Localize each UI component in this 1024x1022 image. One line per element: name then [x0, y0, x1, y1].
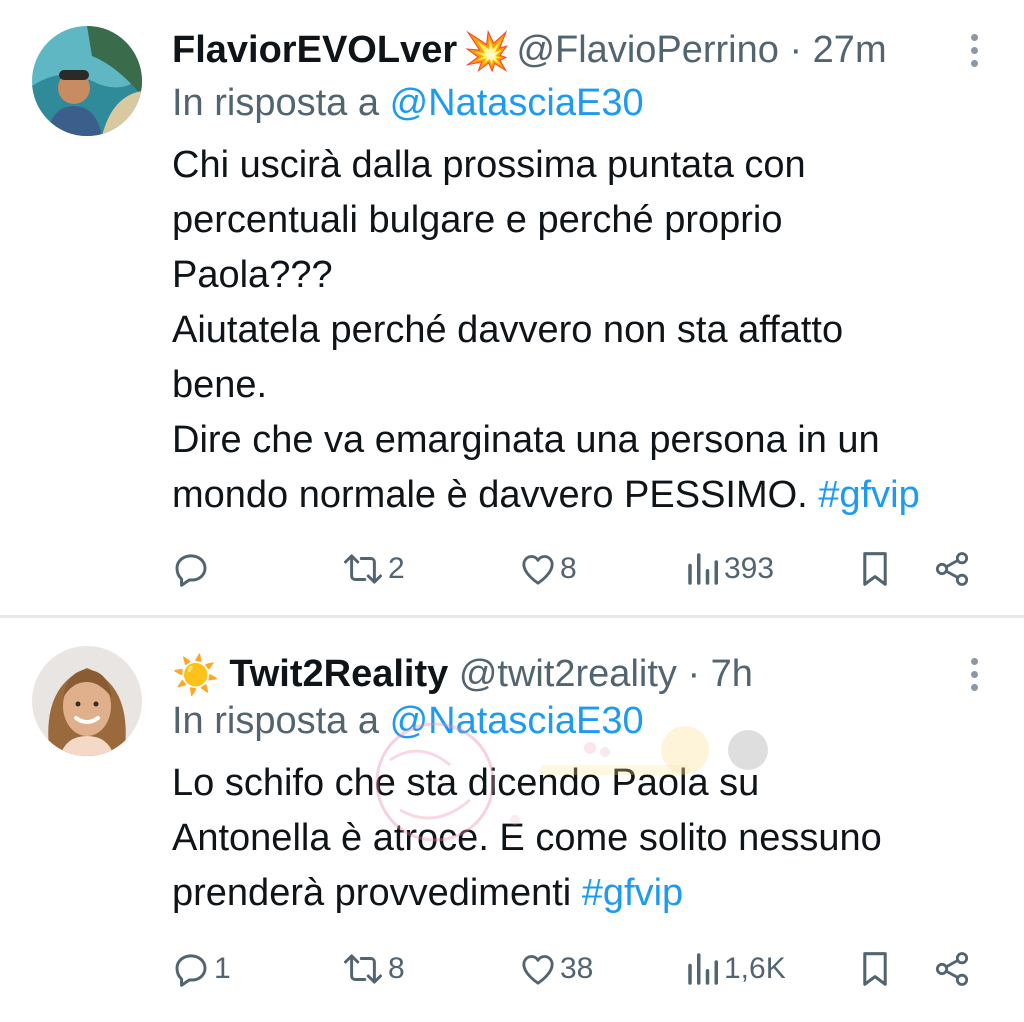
tweet-body: Lo schifo che sta dicendo Paola su Anton…	[172, 762, 882, 914]
like-button[interactable]: 8	[518, 548, 577, 590]
share-icon	[935, 952, 969, 986]
handle[interactable]: @twit2reality	[459, 653, 677, 695]
tweet-text: Chi uscirà dalla prossima puntata con pe…	[172, 138, 982, 523]
more-icon[interactable]	[968, 654, 980, 694]
retweet-icon	[344, 954, 382, 984]
like-icon	[522, 955, 554, 985]
views-icon	[688, 953, 718, 985]
like-button[interactable]: 38	[518, 948, 593, 990]
hashtag-link[interactable]: #gfvip	[582, 872, 683, 914]
share-button[interactable]	[932, 548, 972, 590]
share-button[interactable]	[932, 948, 972, 990]
reply-button[interactable]: 1	[170, 948, 231, 990]
view-count: 393	[724, 552, 775, 585]
avatar-image	[32, 26, 142, 136]
views-button[interactable]: 1,6K	[686, 948, 786, 990]
handle[interactable]: @FlavioPerrino	[516, 29, 778, 71]
display-name[interactable]: FlaviorEVOLver	[172, 29, 457, 71]
view-count: 1,6K	[724, 952, 786, 985]
bookmark-button[interactable]	[858, 948, 892, 990]
collision-emoji-icon: 💥	[463, 30, 511, 73]
like-icon	[522, 555, 554, 585]
reply-to-link[interactable]: @NatasciaE30	[390, 82, 644, 124]
retweet-button[interactable]: 2	[340, 548, 405, 590]
tweet-text: Lo schifo che sta dicendo Paola su Anton…	[172, 756, 982, 921]
reply-count: 1	[214, 952, 231, 985]
retweet-count: 2	[388, 552, 405, 585]
display-name[interactable]: Twit2Reality	[229, 653, 448, 695]
retweet-count: 8	[388, 952, 405, 985]
reply-prefix: In risposta a	[172, 700, 379, 742]
like-count: 8	[560, 552, 577, 585]
separator: ·	[789, 29, 803, 71]
tweet[interactable]: ☀️ Twit2Reality @twit2reality · 7h In ris…	[0, 618, 1024, 1022]
separator: ·	[687, 653, 701, 695]
bookmark-icon	[863, 552, 887, 586]
hashtag-link[interactable]: #gfvip	[818, 474, 919, 516]
action-bar: 1 8 38 1,6K	[0, 944, 1024, 994]
avatar[interactable]	[32, 26, 142, 136]
avatar-image	[32, 646, 142, 756]
reply-icon	[175, 954, 207, 987]
like-count: 38	[560, 952, 594, 985]
tweet-body: Chi uscirà dalla prossima puntata con pe…	[172, 144, 880, 516]
avatar[interactable]	[32, 646, 142, 756]
reply-icon	[175, 554, 207, 587]
share-icon	[935, 552, 969, 586]
reply-button[interactable]	[170, 548, 214, 590]
retweet-button[interactable]: 8	[340, 948, 405, 990]
timestamp[interactable]: 7h	[711, 653, 753, 695]
tweet[interactable]: FlaviorEVOLver 💥 @FlavioPerrino · 27m In r…	[0, 0, 1024, 616]
reply-context: In risposta a @NatasciaE30	[172, 82, 644, 125]
bookmark-icon	[863, 952, 887, 986]
views-icon	[688, 553, 718, 585]
timestamp[interactable]: 27m	[813, 29, 887, 71]
sun-emoji-icon: ☀️	[172, 654, 220, 697]
tweet-header: FlaviorEVOLver 💥 @FlavioPerrino · 27m	[172, 22, 944, 78]
reply-to-link[interactable]: @NatasciaE30	[390, 700, 644, 742]
views-button[interactable]: 393	[686, 548, 774, 590]
tweet-header: ☀️ Twit2Reality @twit2reality · 7h	[172, 646, 944, 702]
retweet-icon	[344, 554, 382, 584]
action-bar: 2 8 393	[0, 544, 1024, 594]
reply-prefix: In risposta a	[172, 82, 379, 124]
bookmark-button[interactable]	[858, 548, 892, 590]
reply-context: In risposta a @NatasciaE30	[172, 700, 644, 743]
more-icon[interactable]	[968, 30, 980, 70]
